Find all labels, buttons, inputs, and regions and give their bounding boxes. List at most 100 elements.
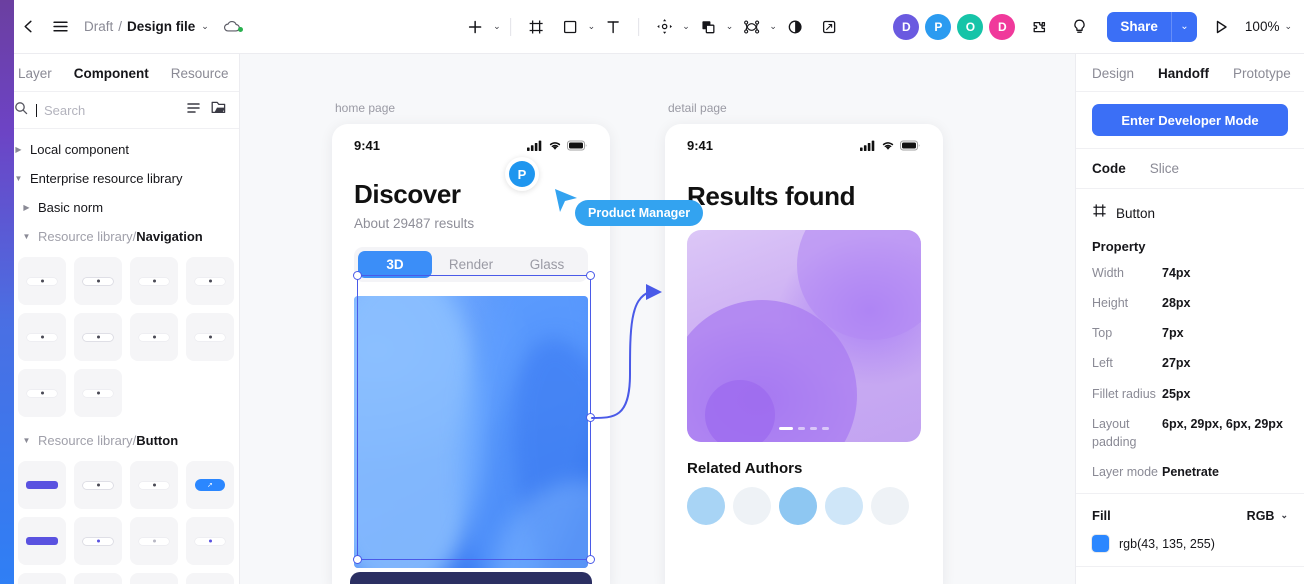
design-canvas[interactable]: home page detail page 9:41 Discover Abou…: [240, 54, 1075, 584]
play-triangle-icon[interactable]: [1205, 11, 1237, 43]
fill-color-mode-selector[interactable]: RGB ⌄: [1247, 509, 1288, 523]
sidebar-tab-component[interactable]: Component: [74, 66, 149, 81]
frame-tool[interactable]: [520, 11, 552, 43]
component-tool-caret-icon[interactable]: ⌄: [769, 21, 777, 32]
carousel-dot[interactable]: [798, 427, 805, 430]
back-button[interactable]: [12, 11, 44, 43]
home-page-hero-image[interactable]: [354, 296, 588, 568]
component-thumbnail[interactable]: [18, 461, 66, 509]
add-tool[interactable]: ⌄: [459, 11, 501, 43]
component-thumbnail[interactable]: [186, 517, 234, 565]
segment-3d[interactable]: 3D: [358, 251, 432, 278]
tab-prototype[interactable]: Prototype: [1233, 66, 1291, 81]
frame-label-detail-page[interactable]: detail page: [668, 101, 727, 115]
avatar[interactable]: O: [957, 13, 984, 40]
component-thumbnail[interactable]: [74, 517, 122, 565]
zoom-caret-icon[interactable]: ⌄: [1284, 21, 1292, 32]
move-tool-caret-icon[interactable]: ⌄: [682, 21, 690, 32]
chevron-down-icon[interactable]: ▼: [22, 436, 31, 445]
subtab-code[interactable]: Code: [1092, 161, 1126, 176]
component-thumbnail[interactable]: [74, 573, 122, 584]
slice-tool[interactable]: [813, 11, 845, 43]
component-thumbnail[interactable]: [186, 313, 234, 361]
tree-item-resource-library-button[interactable]: ▼ Resource library/Button: [0, 423, 239, 455]
search-input[interactable]: Search: [36, 103, 178, 118]
frame-label-home-page[interactable]: home page: [335, 101, 395, 115]
move-crosshair-icon[interactable]: [648, 11, 680, 43]
chevron-right-icon[interactable]: ▶: [22, 203, 31, 212]
fill-value-row[interactable]: rgb(43, 135, 255): [1076, 531, 1304, 566]
author-avatar[interactable]: [733, 487, 771, 525]
color-swatch[interactable]: [1092, 535, 1109, 552]
author-avatar[interactable]: [687, 487, 725, 525]
subtab-slice[interactable]: Slice: [1150, 161, 1179, 176]
avatar[interactable]: P: [925, 13, 952, 40]
boolean-union-icon[interactable]: [692, 11, 724, 43]
avatar[interactable]: D: [893, 13, 920, 40]
component-thumbnail[interactable]: [18, 573, 66, 584]
component-nodes-icon[interactable]: [735, 11, 767, 43]
selected-node-row[interactable]: Button: [1076, 189, 1304, 227]
text-t-icon[interactable]: [597, 11, 629, 43]
half-circle-icon[interactable]: [779, 11, 811, 43]
sidebar-tab-layer[interactable]: Layer: [18, 66, 52, 81]
tree-item-enterprise-resource-library[interactable]: ▼ Enterprise resource library: [0, 164, 239, 193]
tree-item-local-component[interactable]: ▶ Local component: [0, 135, 239, 164]
tree-item-basic-norm[interactable]: ▶ Basic norm: [0, 193, 239, 222]
component-thumbnail[interactable]: [130, 257, 178, 305]
component-thumbnail[interactable]: [74, 257, 122, 305]
carousel-dot[interactable]: [822, 427, 829, 430]
component-thumbnail[interactable]: [74, 313, 122, 361]
sidebar-tab-resource[interactable]: Resource: [171, 66, 229, 81]
shape-tool-caret-icon[interactable]: ⌄: [588, 21, 596, 32]
component-thumbnail[interactable]: ➚: [186, 461, 234, 509]
carousel-dot[interactable]: [810, 427, 817, 430]
component-tool[interactable]: ⌄: [735, 11, 777, 43]
detail-page-hero-image[interactable]: [687, 230, 921, 442]
square-icon[interactable]: [554, 11, 586, 43]
segment-glass[interactable]: Glass: [510, 251, 584, 278]
author-avatar[interactable]: [779, 487, 817, 525]
boolean-tool-caret-icon[interactable]: ⌄: [726, 21, 734, 32]
component-thumbnail[interactable]: [74, 369, 122, 417]
chevron-down-icon[interactable]: ▼: [22, 232, 31, 241]
tab-design[interactable]: Design: [1092, 66, 1134, 81]
move-tool[interactable]: ⌄: [648, 11, 690, 43]
component-thumbnail[interactable]: [18, 517, 66, 565]
component-thumbnail[interactable]: [18, 313, 66, 361]
share-button[interactable]: Share ⌄: [1107, 11, 1197, 42]
slice-icon[interactable]: [813, 11, 845, 43]
chevron-right-icon[interactable]: ▶: [14, 145, 23, 154]
component-thumbnail[interactable]: [18, 257, 66, 305]
import-library-icon[interactable]: [210, 100, 227, 120]
segment-render[interactable]: Render: [434, 251, 508, 278]
breadcrumb[interactable]: Draft / Design file ⌄: [84, 19, 209, 34]
shape-tool[interactable]: ⌄: [554, 11, 596, 43]
tree-item-resource-library-navigation[interactable]: ▼ Resource library/Navigation: [0, 222, 239, 251]
artboard-detail-page[interactable]: 9:41 Results found Related Authors: [665, 124, 943, 584]
component-thumbnail[interactable]: [186, 573, 234, 584]
component-thumbnail[interactable]: [130, 461, 178, 509]
zoom-level-control[interactable]: 100% ⌄: [1245, 19, 1292, 34]
breadcrumb-draft[interactable]: Draft: [84, 19, 113, 34]
plus-icon[interactable]: [459, 11, 491, 43]
add-tool-caret-icon[interactable]: ⌄: [493, 21, 501, 32]
lightbulb-icon[interactable]: [1063, 11, 1095, 43]
breadcrumb-file-name[interactable]: Design file: [127, 19, 195, 34]
component-thumbnail[interactable]: [18, 369, 66, 417]
frame-icon[interactable]: [520, 11, 552, 43]
component-thumbnail[interactable]: [74, 461, 122, 509]
hamburger-menu-button[interactable]: [44, 11, 76, 43]
avatar[interactable]: D: [989, 13, 1016, 40]
author-avatar[interactable]: [825, 487, 863, 525]
component-thumbnail[interactable]: [130, 313, 178, 361]
chevron-down-icon[interactable]: ▼: [14, 174, 23, 183]
text-tool[interactable]: [597, 11, 629, 43]
list-view-icon[interactable]: [186, 101, 202, 120]
boolean-tool[interactable]: ⌄: [692, 11, 734, 43]
enter-developer-mode-button[interactable]: Enter Developer Mode: [1092, 104, 1288, 136]
component-thumbnail[interactable]: [186, 257, 234, 305]
author-avatar[interactable]: [871, 487, 909, 525]
breadcrumb-caret-icon[interactable]: ⌄: [201, 21, 209, 32]
puzzle-piece-icon[interactable]: [1023, 11, 1055, 43]
